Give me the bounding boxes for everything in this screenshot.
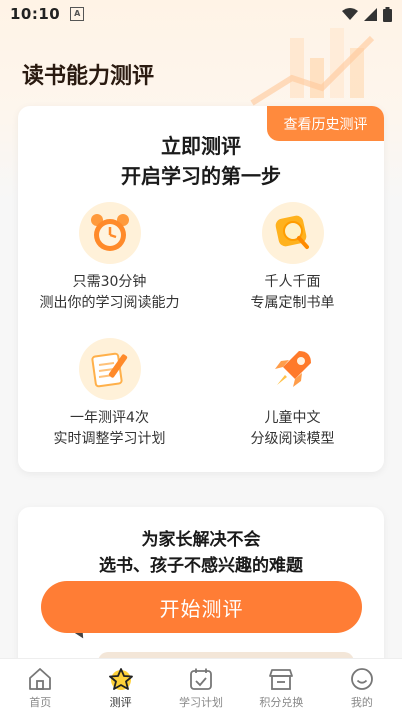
assessment-intro-card: 查看历史测评 立即测评 开启学习的第一步 只需30分钟 测出你的学习阅读能力 千… [18, 106, 384, 472]
tab-study-plan[interactable]: 学习计划 [161, 659, 241, 717]
feature-desc: 分级阅读模型 [250, 431, 335, 447]
decorative-chart-illustration [250, 28, 375, 106]
tab-label: 学习计划 [179, 696, 224, 709]
feature-title: 儿童中文 [264, 410, 321, 426]
feature-title: 一年测评4次 [70, 410, 149, 426]
status-bar: 10:10 A [0, 0, 402, 28]
card-title-line1: 立即测评 [161, 134, 241, 158]
page-title: 读书能力测评 [22, 64, 155, 89]
feature-title: 只需30分钟 [72, 274, 147, 290]
home-icon [29, 668, 52, 690]
calendar-check-icon [190, 668, 212, 690]
rocket-icon [262, 338, 324, 400]
tab-label: 我的 [350, 696, 373, 709]
status-time: 10:10 [10, 5, 61, 23]
notebook-pencil-icon [78, 338, 141, 400]
tab-points-exchange[interactable]: 积分兑换 [241, 659, 321, 717]
signal-icon [364, 7, 377, 21]
feature-title: 千人千面 [264, 274, 321, 290]
benefit-line2: 选书、孩子不感兴趣的难题 [99, 556, 303, 576]
tab-mine[interactable]: 我的 [322, 659, 402, 717]
tab-assessment[interactable]: 测评 [80, 659, 160, 717]
notification-badge-icon: A [70, 7, 85, 21]
feature-item: 儿童中文 分级阅读模型 [201, 338, 384, 450]
shop-icon [269, 669, 294, 690]
tab-label: 测评 [109, 696, 132, 709]
alarm-clock-icon [78, 202, 141, 264]
feature-item: 只需30分钟 测出你的学习阅读能力 [18, 202, 201, 314]
battery-icon [383, 6, 392, 22]
start-assessment-button[interactable]: 开始测评 [41, 581, 362, 633]
card-title-line2: 开启学习的第一步 [121, 164, 281, 188]
feature-item: 千人千面 专属定制书单 [201, 202, 384, 314]
magnifier-icon [261, 202, 324, 264]
tab-label: 首页 [29, 696, 52, 709]
wifi-icon [342, 8, 358, 20]
benefit-line1: 为家长解决不会 [141, 530, 261, 550]
feature-desc: 实时调整学习计划 [53, 431, 166, 447]
smiley-icon [350, 668, 373, 690]
feature-item: 一年测评4次 实时调整学习计划 [18, 338, 201, 450]
tab-label: 积分兑换 [259, 696, 304, 709]
feature-desc: 测出你的学习阅读能力 [39, 295, 180, 311]
status-indicators [342, 6, 392, 22]
feature-desc: 专属定制书单 [250, 295, 335, 311]
bottom-tab-bar: 首页 测评 学习计划 积分兑换 我的 [0, 658, 402, 717]
star-icon [108, 668, 133, 690]
tab-home[interactable]: 首页 [0, 659, 80, 717]
